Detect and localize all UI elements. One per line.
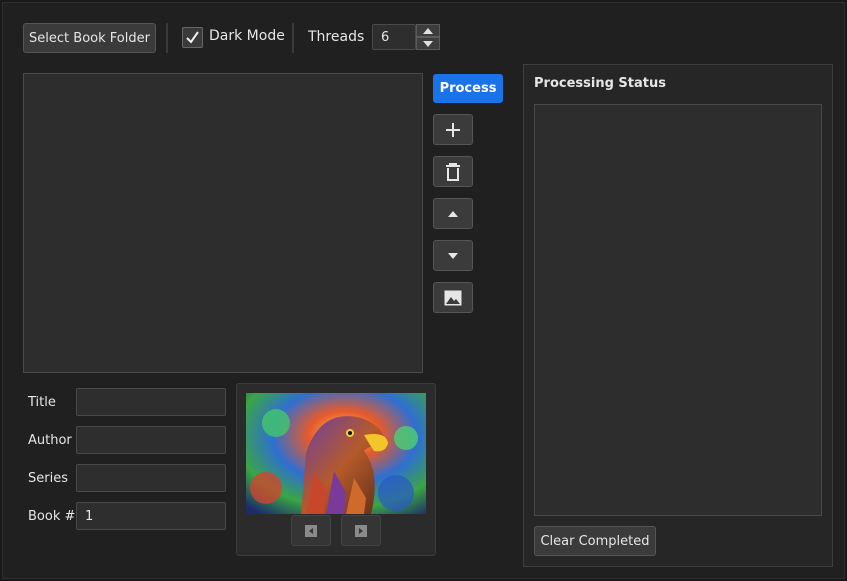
processing-status-title: Processing Status (534, 76, 666, 91)
book-list[interactable] (23, 73, 423, 373)
author-field[interactable] (76, 426, 226, 454)
move-up-button[interactable] (433, 198, 473, 229)
author-label: Author (28, 433, 72, 448)
previous-icon (305, 524, 317, 537)
dark-mode-checkbox[interactable] (182, 27, 203, 48)
arrow-down-icon (423, 40, 433, 47)
threads-label: Threads (308, 29, 365, 45)
plus-icon (446, 122, 460, 137)
cover-next-button[interactable] (341, 515, 381, 546)
processing-status-list[interactable] (534, 104, 822, 516)
book-number-field[interactable]: 1 (76, 502, 226, 530)
title-label: Title (28, 395, 56, 410)
title-field[interactable] (76, 388, 226, 416)
toolbar-separator (292, 23, 294, 53)
toolbar-separator (166, 23, 168, 53)
next-icon (355, 524, 367, 537)
trash-icon (446, 162, 460, 181)
clear-completed-button[interactable]: Clear Completed (534, 526, 656, 556)
delete-book-button[interactable] (433, 156, 473, 187)
threads-increment-button[interactable] (416, 24, 440, 37)
threads-spinbox[interactable]: 6 (372, 24, 416, 50)
cover-previous-button[interactable] (291, 515, 331, 546)
add-book-button[interactable] (433, 114, 473, 145)
move-down-button[interactable] (433, 240, 473, 271)
image-icon (444, 290, 462, 305)
cover-image (246, 393, 426, 514)
threads-decrement-button[interactable] (416, 37, 440, 50)
series-label: Series (28, 471, 68, 486)
dark-mode-label: Dark Mode (209, 28, 285, 44)
select-cover-button[interactable] (433, 282, 473, 313)
process-button[interactable]: Process (433, 74, 503, 103)
check-icon (186, 31, 199, 44)
arrow-down-icon (448, 252, 458, 259)
book-number-label: Book # (28, 509, 76, 524)
select-book-folder-button[interactable]: Select Book Folder (23, 23, 156, 53)
series-field[interactable] (76, 464, 226, 492)
arrow-up-icon (448, 210, 458, 217)
arrow-up-icon (423, 27, 433, 34)
